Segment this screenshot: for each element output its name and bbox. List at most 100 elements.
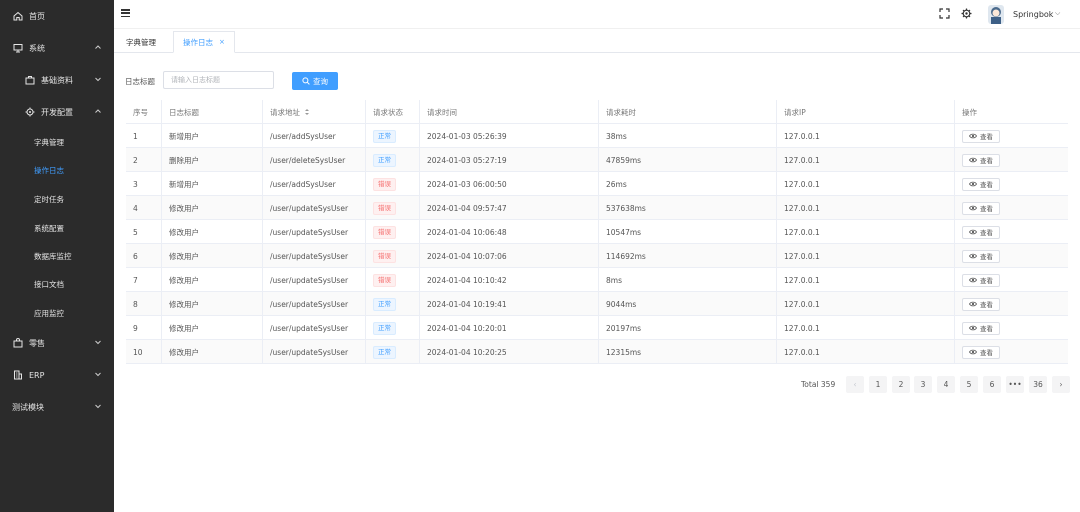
sidebar-item-10[interactable]: 应用监控 [0,303,114,323]
table-cell-ip: 127.0.0.1 [777,124,955,148]
column-header-label: 日志标题 [169,107,199,117]
gear-icon [25,107,35,117]
sidebar-item-12[interactable]: ERP [0,365,114,385]
view-button[interactable]: 查看 [962,249,1000,263]
status-badge: 正常 [373,153,396,167]
view-button[interactable]: 查看 [962,225,1000,239]
eye-icon [969,229,977,235]
page-button[interactable]: 4 [937,376,955,393]
eye-icon [969,325,977,331]
table-cell-ip: 127.0.0.1 [777,292,955,316]
view-button[interactable]: 查看 [962,153,1000,167]
table-cell-status: 正常 [366,316,420,340]
cell-text: 26ms [606,179,627,189]
table-cell-no: 10 [126,340,162,364]
cell-text: 127.0.0.1 [784,323,820,333]
tab-dict-manage[interactable]: 字典管理 [117,31,165,53]
table-cell-url: /user/updateSysUser [263,340,366,364]
sidebar-item-4[interactable]: 字典管理 [0,132,114,152]
cell-text: 2024-01-04 10:19:41 [427,299,507,309]
table-cell-ip: 127.0.0.1 [777,220,955,244]
table-row: 2 删除用户/user/deleteSysUser 正常 2024-01-03 05:… [126,148,1068,172]
sidebar-item-7[interactable]: 系统配置 [0,218,114,238]
view-button[interactable]: 查看 [962,177,1000,191]
cell-text: 2024-01-03 05:27:19 [427,155,507,165]
table-cell-status: 正常 [366,340,420,364]
username[interactable]: Springbok [1013,10,1053,19]
sidebar-item-5[interactable]: 操作日志 [0,160,114,180]
next-page-button[interactable]: › [1052,376,1070,393]
cell-text: 127.0.0.1 [784,155,820,165]
eye-icon [969,157,977,163]
cell-text: 127.0.0.1 [784,203,820,213]
cell-text: 127.0.0.1 [784,179,820,189]
sidebar-item-6[interactable]: 定时任务 [0,189,114,209]
page-button[interactable]: 1 [869,376,887,393]
page-ellipsis[interactable]: ••• [1006,376,1024,393]
sidebar-item-11[interactable]: 零售 [0,333,114,353]
sidebar-item-3[interactable]: 开发配置 [0,102,114,122]
cell-text: 8ms [606,275,622,285]
sidebar-item-label: 接口文档 [34,279,64,289]
log-title-search-input[interactable] [163,71,274,89]
fullscreen-icon[interactable] [939,8,950,19]
sidebar-item-0[interactable]: 首页 [0,6,114,26]
page-button[interactable]: 5 [960,376,978,393]
table-cell-title: 删除用户 [162,148,263,172]
table-cell-cost: 537638ms [599,196,777,220]
view-button[interactable]: 查看 [962,297,1000,311]
sidebar-item-8[interactable]: 数据库监控 [0,246,114,266]
table-cell-title: 修改用户 [162,268,263,292]
cell-text: 10547ms [606,227,642,237]
column-header: 请求状态 [366,100,420,124]
close-icon[interactable]: × [219,38,225,46]
sidebar-item-2[interactable]: 基础资料 [0,70,114,90]
view-button[interactable]: 查看 [962,129,1000,143]
filter-label: 日志标题 [125,77,155,86]
page-button[interactable]: 36 [1029,376,1047,393]
table-cell-ip: 127.0.0.1 [777,316,955,340]
view-button[interactable]: 查看 [962,201,1000,215]
table-row: 6 修改用户/user/updateSysUser 错误 2024-01-04 10:… [126,244,1068,268]
sidebar-item-13[interactable]: 测试模块 [0,397,114,417]
page-button[interactable]: 2 [892,376,910,393]
tab-bar: 字典管理 操作日志 × [114,28,1080,53]
sidebar-item-label: 系统配置 [34,223,64,233]
column-header[interactable]: 请求地址 [263,100,366,124]
cell-text: 删除用户 [169,155,199,165]
table-cell-ip: 127.0.0.1 [777,196,955,220]
cell-text: /user/updateSysUser [270,251,349,261]
table-cell-title: 修改用户 [162,292,263,316]
table-row: 9 修改用户/user/updateSysUser 正常 2024-01-04 10:… [126,316,1068,340]
avatar[interactable] [988,5,1004,24]
table-cell-op: 查看 [955,220,1068,244]
cell-text: /user/addSysUser [270,179,336,189]
search-button[interactable]: 查询 [292,72,338,90]
table-cell-time: 2024-01-04 10:06:48 [420,220,599,244]
settings-gear-icon[interactable] [961,8,972,19]
tab-operation-log[interactable]: 操作日志 × [173,31,235,53]
view-button[interactable]: 查看 [962,273,1000,287]
page-button[interactable]: 6 [983,376,1001,393]
table-row: 7 修改用户/user/updateSysUser 错误 2024-01-04 10:… [126,268,1068,292]
sort-icon[interactable] [304,108,310,116]
view-button[interactable]: 查看 [962,345,1000,359]
sidebar-item-9[interactable]: 接口文档 [0,274,114,294]
table-cell-op: 查看 [955,244,1068,268]
table-cell-op: 查看 [955,124,1068,148]
sidebar-item-1[interactable]: 系统 [0,38,114,58]
top-header: Springbok ⌵ [114,0,1080,28]
cell-text: 2024-01-04 10:06:48 [427,227,507,237]
page-button[interactable]: 3 [914,376,932,393]
cell-text: 3 [133,179,138,189]
cell-text: 修改用户 [169,251,199,261]
table-cell-title: 新增用户 [162,124,263,148]
view-button[interactable]: 查看 [962,321,1000,335]
chevron-down-icon[interactable]: ⌵ [1055,9,1060,18]
status-badge: 错误 [373,177,396,191]
chevron-down-icon [94,338,102,346]
table-cell-cost: 114692ms [599,244,777,268]
prev-page-button[interactable]: ‹ [846,376,864,393]
menu-toggle-icon[interactable] [121,9,130,18]
table-cell-op: 查看 [955,196,1068,220]
